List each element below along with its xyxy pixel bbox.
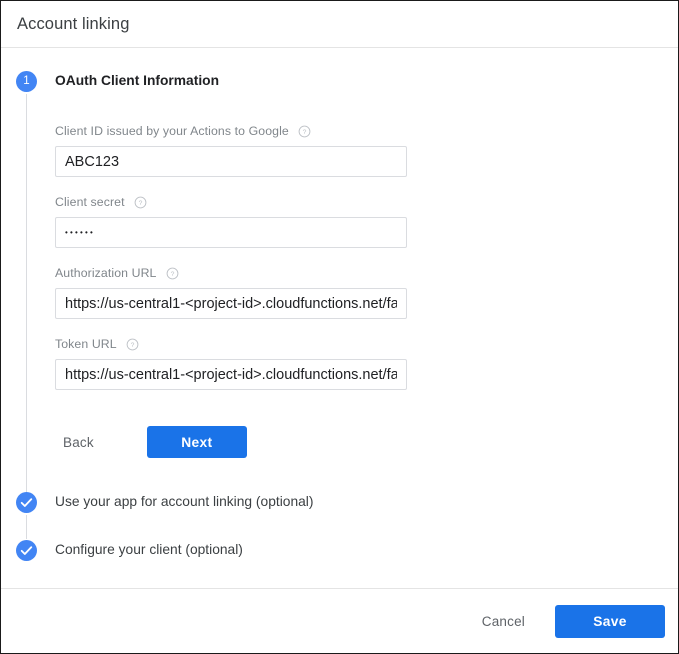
step-title: Configure your client (optional) <box>55 542 243 557</box>
field-label-row: Token URL ? <box>55 337 407 351</box>
field-label-row: Authorization URL ? <box>55 266 407 280</box>
field-client-id: Client ID issued by your Actions to Goog… <box>55 124 407 177</box>
oauth-form: Client ID issued by your Actions to Goog… <box>55 124 407 390</box>
step-title: OAuth Client Information <box>55 73 220 88</box>
client-secret-input[interactable]: •••••• <box>55 217 407 248</box>
stepper-connector-line <box>26 515 27 539</box>
field-client-secret: Client secret ? •••••• <box>55 195 407 248</box>
svg-text:?: ? <box>170 270 174 277</box>
back-button[interactable]: Back <box>55 427 102 458</box>
step-number-badge: 1 <box>16 71 37 92</box>
field-label: Authorization URL <box>55 266 157 280</box>
authorization-url-input[interactable] <box>55 288 407 319</box>
step-title: Use your app for account linking (option… <box>55 494 314 509</box>
field-authorization-url: Authorization URL ? <box>55 266 407 319</box>
stepper-connector-line <box>26 94 27 494</box>
field-label: Client ID issued by your Actions to Goog… <box>55 124 289 138</box>
svg-text:?: ? <box>130 341 134 348</box>
next-button[interactable]: Next <box>146 426 247 458</box>
client-id-input[interactable] <box>55 146 407 177</box>
field-label-row: Client secret ? <box>55 195 407 209</box>
token-url-input[interactable] <box>55 359 407 390</box>
field-label-row: Client ID issued by your Actions to Goog… <box>55 124 407 138</box>
svg-text:?: ? <box>302 128 306 135</box>
step-actions: Back Next <box>55 426 247 458</box>
field-token-url: Token URL ? <box>55 337 407 390</box>
field-label: Token URL <box>55 337 117 351</box>
save-button[interactable]: Save <box>555 604 665 638</box>
field-label: Client secret <box>55 195 125 209</box>
help-circle-icon[interactable]: ? <box>298 125 311 138</box>
dialog-header: Account linking <box>1 1 678 48</box>
stepper-body: 1 OAuth Client Information Client ID iss… <box>1 49 678 587</box>
account-linking-dialog: Account linking 1 OAuth Client Informati… <box>0 0 679 654</box>
help-circle-icon[interactable]: ? <box>134 196 147 209</box>
help-circle-icon[interactable]: ? <box>126 338 139 351</box>
help-circle-icon[interactable]: ? <box>166 267 179 280</box>
cancel-button[interactable]: Cancel <box>474 606 533 637</box>
check-circle-icon <box>16 540 37 561</box>
dialog-footer: Cancel Save <box>1 588 678 653</box>
page-title: Account linking <box>17 14 130 33</box>
svg-text:?: ? <box>138 199 142 206</box>
check-circle-icon <box>16 492 37 513</box>
